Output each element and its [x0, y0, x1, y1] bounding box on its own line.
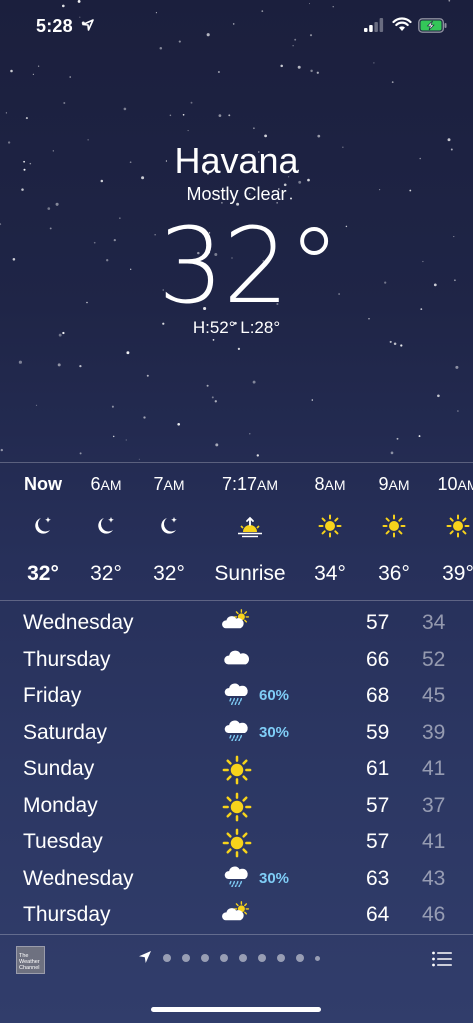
hourly-forecast[interactable]: Now 32° 6AM 32° 7AM 32° 7:17AM Sunrise 8AM 34° 9AM…	[0, 464, 473, 600]
page-dot[interactable]	[220, 954, 228, 962]
page-dot[interactable]	[277, 954, 285, 962]
low-temperature: 41	[422, 757, 446, 780]
rain-icon	[222, 719, 256, 745]
low-temperature: 52	[422, 647, 446, 671]
day-name: Friday	[23, 684, 82, 707]
hourly-temperature: 32°	[153, 562, 185, 585]
page-dot[interactable]	[182, 954, 190, 962]
day-name: Tuesday	[23, 830, 103, 853]
sun-icon	[222, 792, 256, 821]
day-name: Sunday	[23, 757, 95, 780]
status-time: 5:28	[36, 16, 73, 36]
current-condition: Mostly Clear	[186, 184, 287, 204]
page-dot[interactable]	[163, 954, 171, 962]
partly-cloudy-icon	[222, 901, 256, 927]
page-dot[interactable]	[258, 954, 266, 962]
hourly-item: 7AM 32°	[129, 464, 209, 600]
precipitation-chance: 30%	[259, 869, 290, 887]
moon-stars-icon	[129, 514, 209, 538]
weather-channel-logo[interactable]: The Weather Channel	[16, 946, 45, 974]
precipitation-chance: 30%	[259, 723, 290, 741]
hourly-temperature: Sunrise	[214, 562, 286, 585]
day-name: Wednesday	[23, 611, 134, 634]
day-name: Thursday	[23, 647, 111, 671]
divider	[0, 462, 473, 463]
day-name: Wednesday	[23, 866, 134, 890]
daily-row: Monday 57 37	[0, 788, 473, 825]
rain-icon	[222, 682, 256, 708]
high-temperature: 57	[366, 611, 390, 634]
divider	[0, 600, 473, 601]
daily-row: Thursday 64 46	[0, 897, 473, 934]
page-indicator[interactable]	[163, 950, 320, 966]
day-name: Monday	[23, 793, 98, 817]
high-temperature: 66	[366, 647, 390, 671]
daily-row: Sunday 61 41	[0, 751, 473, 788]
current-temperature: 32°	[157, 205, 340, 327]
page-dot[interactable]	[239, 954, 247, 962]
cloud-icon	[222, 646, 256, 672]
city-list-icon[interactable]	[432, 951, 452, 967]
hourly-item: 7:17AM Sunrise	[200, 464, 300, 600]
day-name: Saturday	[23, 720, 108, 744]
cellular-signal-icon	[364, 18, 384, 32]
daily-row: Wednesday 57 34	[0, 605, 473, 642]
hourly-item: 10AM 39°	[418, 464, 473, 600]
rain-icon	[222, 865, 256, 891]
precipitation-chance: 60%	[259, 687, 290, 704]
sun-icon	[222, 828, 256, 858]
page-dot[interactable]	[296, 954, 304, 962]
low-temperature: 45	[422, 684, 446, 707]
status-bar: 5:28	[0, 14, 473, 40]
high-temperature: 59	[366, 720, 390, 744]
high-temperature: 63	[366, 866, 390, 890]
wifi-icon	[392, 17, 412, 31]
low-temperature: 37	[422, 793, 446, 817]
hourly-time: 10AM	[437, 474, 473, 494]
daily-row: Tuesday 57 41	[0, 824, 473, 861]
day-name: Thursday	[23, 903, 111, 926]
high-temperature: 64	[366, 903, 390, 926]
sunrise-icon	[200, 514, 300, 538]
low-temperature: 46	[422, 903, 446, 926]
high-temperature: 57	[366, 793, 390, 817]
battery-charging-icon	[418, 18, 447, 33]
location-arrow-icon	[82, 19, 94, 31]
page-dot[interactable]	[315, 955, 320, 961]
hourly-temperature: 39°	[442, 562, 473, 585]
low-temperature: 34	[422, 611, 446, 634]
high-temperature: 61	[366, 757, 390, 780]
hourly-time: 7AM	[153, 474, 185, 494]
hourly-time: 7:17AM	[221, 474, 279, 494]
partly-cloudy-icon	[222, 609, 256, 635]
high-temperature: 68	[366, 684, 390, 707]
daily-forecast[interactable]: Wednesday 57 34 Thursday 66 52 Friday 60% 68 45 Sa…	[0, 605, 473, 934]
sun-icon	[418, 514, 473, 538]
city-name: Havana	[174, 140, 299, 181]
home-indicator[interactable]	[151, 1007, 321, 1012]
low-temperature: 41	[422, 830, 446, 853]
daily-row: Wednesday 30% 63 43	[0, 861, 473, 898]
low-temperature: 43	[422, 866, 446, 890]
page-dot[interactable]	[201, 954, 209, 962]
daily-row: Friday 60% 68 45	[0, 678, 473, 715]
low-temperature: 39	[422, 720, 446, 744]
high-temperature: 57	[366, 830, 390, 853]
current-location-icon[interactable]	[138, 950, 152, 964]
sun-icon	[222, 755, 256, 785]
bottom-toolbar: The Weather Channel	[0, 936, 473, 986]
daily-row: Thursday 66 52	[0, 642, 473, 679]
divider	[0, 934, 473, 935]
daily-row: Saturday 30% 59 39	[0, 715, 473, 752]
high-low-temperature: H:52° L:28°	[192, 318, 281, 337]
